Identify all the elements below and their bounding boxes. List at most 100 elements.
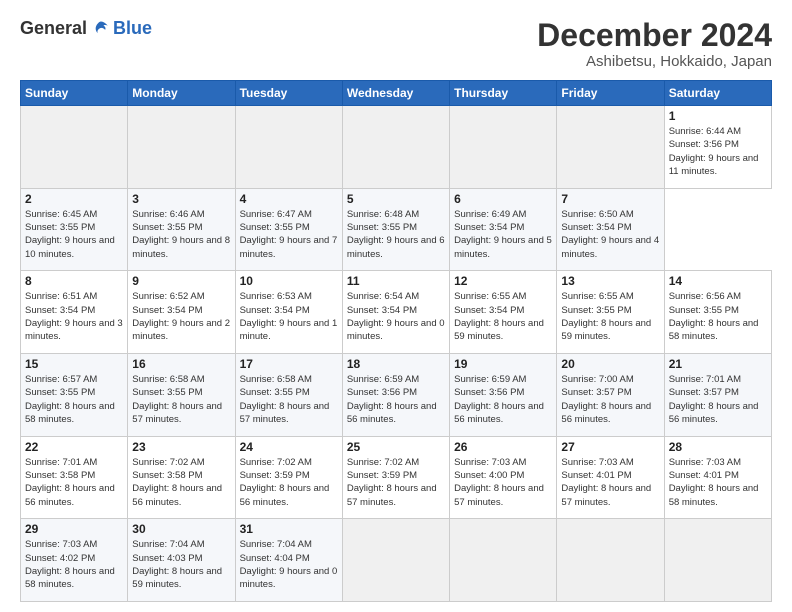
- calendar-day-5: 5Sunrise: 6:48 AMSunset: 3:55 PMDaylight…: [342, 188, 449, 271]
- logo-general: General: [20, 18, 87, 39]
- day-info: Sunrise: 6:58 AMSunset: 3:55 PMDaylight:…: [240, 373, 338, 426]
- calendar-week-row: 1 Sunrise: 6:44 AMSunset: 3:56 PMDaylight…: [21, 106, 772, 189]
- title-area: December 2024 Ashibetsu, Hokkaido, Japan: [537, 18, 772, 70]
- calendar-day-29: 29 Sunrise: 7:03 AMSunset: 4:02 PMDayligh…: [21, 519, 128, 602]
- location-subtitle: Ashibetsu, Hokkaido, Japan: [537, 53, 772, 70]
- day-info: Sunrise: 6:51 AMSunset: 3:54 PMDaylight:…: [25, 290, 123, 343]
- day-info: Sunrise: 6:56 AMSunset: 3:55 PMDaylight:…: [669, 290, 767, 343]
- day-number: 9: [132, 274, 230, 288]
- day-info: Sunrise: 7:04 AMSunset: 4:03 PMDaylight:…: [132, 538, 230, 591]
- day-number: 18: [347, 357, 445, 371]
- day-number: 19: [454, 357, 552, 371]
- day-info: Sunrise: 7:01 AMSunset: 3:58 PMDaylight:…: [25, 456, 123, 509]
- day-info: Sunrise: 7:02 AMSunset: 3:58 PMDaylight:…: [132, 456, 230, 509]
- calendar-week-row: 22 Sunrise: 7:01 AMSunset: 3:58 PMDayligh…: [21, 436, 772, 519]
- day-number: 25: [347, 440, 445, 454]
- day-number: 20: [561, 357, 659, 371]
- day-info: Sunrise: 6:59 AMSunset: 3:56 PMDaylight:…: [347, 373, 445, 426]
- empty-cell: [235, 106, 342, 189]
- day-number: 31: [240, 522, 338, 536]
- calendar-day-10: 10 Sunrise: 6:53 AMSunset: 3:54 PMDayligh…: [235, 271, 342, 354]
- day-number: 22: [25, 440, 123, 454]
- empty-cell: [664, 519, 771, 602]
- day-number: 29: [25, 522, 123, 536]
- calendar-header-wednesday: Wednesday: [342, 81, 449, 106]
- day-info: Sunrise: 7:02 AMSunset: 3:59 PMDaylight:…: [347, 456, 445, 509]
- day-number: 16: [132, 357, 230, 371]
- day-number: 12: [454, 274, 552, 288]
- calendar-header-thursday: Thursday: [450, 81, 557, 106]
- day-info: Sunrise: 7:00 AMSunset: 3:57 PMDaylight:…: [561, 373, 659, 426]
- day-info: Sunrise: 6:50 AMSunset: 3:54 PMDaylight:…: [561, 208, 659, 261]
- calendar-day-26: 26 Sunrise: 7:03 AMSunset: 4:00 PMDayligh…: [450, 436, 557, 519]
- day-info: Sunrise: 6:45 AMSunset: 3:55 PMDaylight:…: [25, 208, 123, 261]
- calendar-day-17: 17 Sunrise: 6:58 AMSunset: 3:55 PMDayligh…: [235, 354, 342, 437]
- day-info: Sunrise: 6:44 AMSunset: 3:56 PMDaylight:…: [669, 125, 767, 178]
- logo-bird-icon: [91, 19, 111, 39]
- calendar-day-4: 4 Sunrise: 6:47 AMSunset: 3:55 PMDaylight…: [235, 188, 342, 271]
- day-number: 10: [240, 274, 338, 288]
- calendar-header-sunday: Sunday: [21, 81, 128, 106]
- day-number: 17: [240, 357, 338, 371]
- calendar-day-25: 25 Sunrise: 7:02 AMSunset: 3:59 PMDayligh…: [342, 436, 449, 519]
- day-info: Sunrise: 7:02 AMSunset: 3:59 PMDaylight:…: [240, 456, 338, 509]
- calendar-header-monday: Monday: [128, 81, 235, 106]
- day-info: Sunrise: 6:47 AMSunset: 3:55 PMDaylight:…: [240, 208, 338, 261]
- calendar-day-3: 3 Sunrise: 6:46 AMSunset: 3:55 PMDaylight…: [128, 188, 235, 271]
- calendar-day-12: 12 Sunrise: 6:55 AMSunset: 3:54 PMDayligh…: [450, 271, 557, 354]
- calendar-day-14: 14Sunrise: 6:56 AMSunset: 3:55 PMDayligh…: [664, 271, 771, 354]
- day-number: 26: [454, 440, 552, 454]
- day-number: 2: [25, 192, 123, 206]
- day-info: Sunrise: 7:03 AMSunset: 4:02 PMDaylight:…: [25, 538, 123, 591]
- calendar-day-7: 7 Sunrise: 6:50 AMSunset: 3:54 PMDaylight…: [557, 188, 664, 271]
- day-number: 6: [454, 192, 552, 206]
- day-number: 15: [25, 357, 123, 371]
- calendar-header-saturday: Saturday: [664, 81, 771, 106]
- day-info: Sunrise: 6:53 AMSunset: 3:54 PMDaylight:…: [240, 290, 338, 343]
- calendar-day-8: 8 Sunrise: 6:51 AMSunset: 3:54 PMDaylight…: [21, 271, 128, 354]
- day-number: 4: [240, 192, 338, 206]
- calendar-day-6: 6Sunrise: 6:49 AMSunset: 3:54 PMDaylight…: [450, 188, 557, 271]
- day-info: Sunrise: 7:03 AMSunset: 4:00 PMDaylight:…: [454, 456, 552, 509]
- calendar-day-28: 28Sunrise: 7:03 AMSunset: 4:01 PMDayligh…: [664, 436, 771, 519]
- calendar-day-15: 15 Sunrise: 6:57 AMSunset: 3:55 PMDayligh…: [21, 354, 128, 437]
- calendar-day-9: 9 Sunrise: 6:52 AMSunset: 3:54 PMDaylight…: [128, 271, 235, 354]
- day-number: 7: [561, 192, 659, 206]
- day-number: 8: [25, 274, 123, 288]
- calendar-day-11: 11Sunrise: 6:54 AMSunset: 3:54 PMDayligh…: [342, 271, 449, 354]
- calendar-header-row: SundayMondayTuesdayWednesdayThursdayFrid…: [21, 81, 772, 106]
- day-number: 11: [347, 274, 445, 288]
- calendar-day-1: 1 Sunrise: 6:44 AMSunset: 3:56 PMDaylight…: [664, 106, 771, 189]
- calendar-week-row: 8 Sunrise: 6:51 AMSunset: 3:54 PMDaylight…: [21, 271, 772, 354]
- empty-cell: [342, 106, 449, 189]
- calendar-day-21: 21Sunrise: 7:01 AMSunset: 3:57 PMDayligh…: [664, 354, 771, 437]
- logo-blue: Blue: [113, 18, 152, 39]
- day-info: Sunrise: 6:55 AMSunset: 3:54 PMDaylight:…: [454, 290, 552, 343]
- calendar-table: SundayMondayTuesdayWednesdayThursdayFrid…: [20, 80, 772, 602]
- day-number: 23: [132, 440, 230, 454]
- calendar-day-27: 27Sunrise: 7:03 AMSunset: 4:01 PMDayligh…: [557, 436, 664, 519]
- empty-cell: [557, 106, 664, 189]
- day-number: 21: [669, 357, 767, 371]
- month-title: December 2024: [537, 18, 772, 53]
- header: General Blue December 2024 Ashibetsu, Ho…: [20, 18, 772, 70]
- calendar-page: General Blue December 2024 Ashibetsu, Ho…: [0, 0, 792, 612]
- day-number: 3: [132, 192, 230, 206]
- empty-cell: [557, 519, 664, 602]
- day-info: Sunrise: 6:58 AMSunset: 3:55 PMDaylight:…: [132, 373, 230, 426]
- calendar-day-20: 20 Sunrise: 7:00 AMSunset: 3:57 PMDayligh…: [557, 354, 664, 437]
- calendar-header-friday: Friday: [557, 81, 664, 106]
- day-info: Sunrise: 6:57 AMSunset: 3:55 PMDaylight:…: [25, 373, 123, 426]
- calendar-day-13: 13Sunrise: 6:55 AMSunset: 3:55 PMDayligh…: [557, 271, 664, 354]
- day-info: Sunrise: 6:46 AMSunset: 3:55 PMDaylight:…: [132, 208, 230, 261]
- calendar-day-23: 23 Sunrise: 7:02 AMSunset: 3:58 PMDayligh…: [128, 436, 235, 519]
- calendar-day-30: 30Sunrise: 7:04 AMSunset: 4:03 PMDayligh…: [128, 519, 235, 602]
- calendar-header-tuesday: Tuesday: [235, 81, 342, 106]
- empty-cell: [450, 106, 557, 189]
- day-number: 1: [669, 109, 767, 123]
- day-info: Sunrise: 6:52 AMSunset: 3:54 PMDaylight:…: [132, 290, 230, 343]
- empty-cell: [21, 106, 128, 189]
- calendar-week-row: 2 Sunrise: 6:45 AMSunset: 3:55 PMDaylight…: [21, 188, 772, 271]
- calendar-day-19: 19Sunrise: 6:59 AMSunset: 3:56 PMDayligh…: [450, 354, 557, 437]
- day-info: Sunrise: 7:04 AMSunset: 4:04 PMDaylight:…: [240, 538, 338, 591]
